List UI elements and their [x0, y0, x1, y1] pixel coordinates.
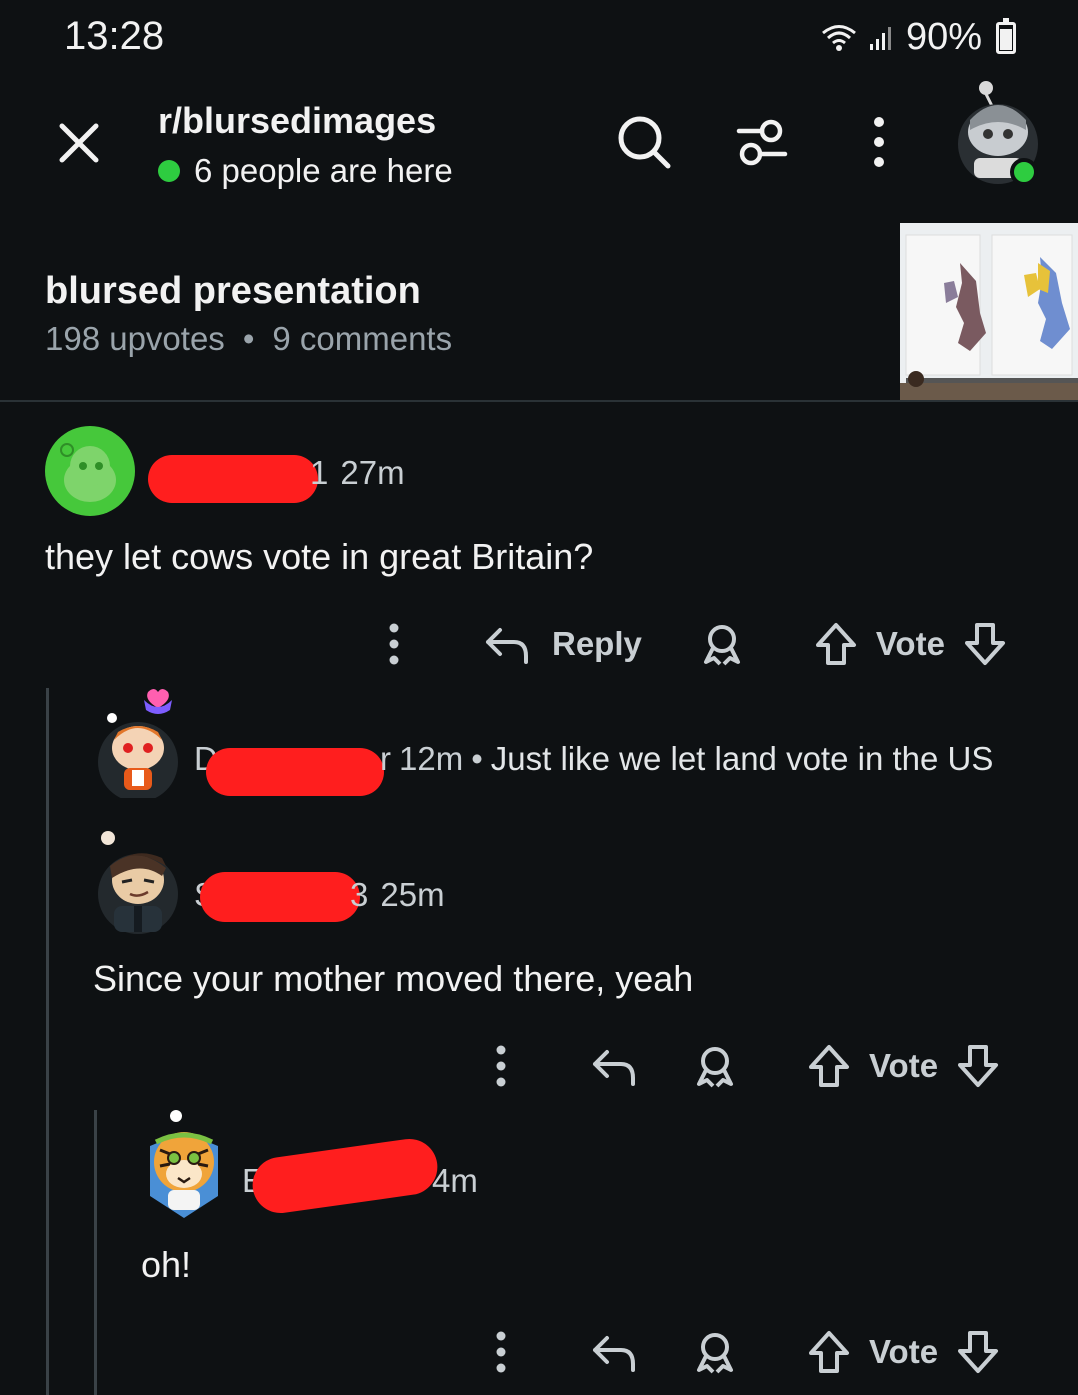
award-button[interactable] [693, 1330, 737, 1374]
vote-label: Vote [875, 625, 945, 662]
comment-body: Since your mother moved there, yeah [93, 958, 694, 999]
search-button[interactable] [614, 112, 674, 172]
comment-time: 4m [432, 1162, 478, 1199]
comment-actions: Vote [483, 1038, 1000, 1094]
comment-avatar[interactable] [96, 826, 182, 936]
award-icon [703, 625, 740, 666]
more-options-button[interactable] [483, 1328, 519, 1376]
comment-actions: Reply Vote [376, 616, 1007, 672]
more-vertical-icon [389, 623, 399, 665]
wifi-icon [820, 23, 858, 53]
downvote-icon [958, 1045, 999, 1087]
comment-time: 25m [380, 876, 445, 913]
redacted-username [249, 1135, 441, 1217]
status-time: 13:28 [64, 14, 165, 58]
downvote-button[interactable] [956, 1329, 1000, 1375]
upvote-count: 198 upvotes [45, 320, 225, 357]
more-options-button[interactable] [849, 112, 909, 172]
comment-body: oh! [141, 1244, 192, 1285]
more-options-button[interactable] [376, 620, 412, 668]
post-divider [0, 400, 1078, 402]
close-icon [59, 123, 99, 163]
post-title[interactable]: blursed presentation [45, 270, 421, 313]
upvote-icon [809, 1045, 849, 1087]
subreddit-name[interactable]: r/blursedimages [158, 100, 436, 142]
reply-button[interactable]: Reply [484, 622, 642, 666]
post-meta: 198 upvotes • 9 comments [45, 320, 452, 358]
comment-avatar[interactable] [142, 1106, 226, 1224]
redacted-username [206, 748, 384, 796]
more-vertical-icon [496, 1331, 506, 1373]
online-indicator: 6 people are here [158, 152, 453, 190]
signal-icon [868, 24, 896, 52]
downvote-icon [964, 623, 1005, 665]
upvote-button[interactable] [807, 1043, 851, 1089]
downvote-button[interactable] [963, 621, 1007, 667]
comment-body: Just like we let land vote in the US [490, 740, 994, 777]
reply-button[interactable] [591, 1330, 637, 1374]
upvote-icon [815, 623, 856, 665]
username-fragment: 3 [350, 876, 369, 913]
close-button[interactable] [54, 118, 104, 168]
reply-button[interactable] [591, 1044, 637, 1088]
comment-meta: r 12m • Just like we let land vote in th… [380, 740, 993, 778]
reply-icon [593, 1336, 635, 1372]
comment-meta: 1 27m [310, 454, 405, 492]
battery-icon [996, 17, 1016, 54]
meta-separator: • [471, 740, 483, 777]
post-thumbnail[interactable] [900, 223, 1078, 400]
award-button[interactable] [693, 1044, 737, 1088]
award-button[interactable] [700, 622, 744, 666]
username-fragment: r [380, 740, 391, 777]
award-icon [697, 1047, 733, 1088]
thread-line[interactable] [46, 688, 49, 1395]
meta-separator: • [242, 320, 255, 357]
online-dot [158, 160, 180, 182]
online-count: 6 people are here [194, 152, 453, 189]
comment-time: 12m [399, 740, 464, 777]
status-icons: 90% [820, 16, 1016, 59]
filter-icon [736, 119, 788, 166]
upvote-button[interactable] [807, 1329, 851, 1375]
upvote-button[interactable] [814, 621, 858, 667]
thread-line[interactable] [94, 1110, 97, 1395]
redacted-username [148, 455, 318, 503]
search-icon [618, 116, 671, 169]
comment-meta: 3 25m [350, 876, 445, 914]
filter-button[interactable] [733, 112, 793, 172]
battery-percent: 90% [905, 16, 982, 58]
comment-actions: Vote [483, 1324, 1000, 1380]
comment-avatar[interactable] [98, 686, 180, 798]
username-fragment: 1 [310, 454, 329, 491]
comment-count: 9 comments [272, 320, 453, 357]
comment-avatar[interactable] [45, 426, 135, 516]
comment-time: 27m [340, 454, 405, 491]
vote-label: Vote [869, 1047, 939, 1084]
downvote-button[interactable] [956, 1043, 1000, 1089]
user-avatar[interactable] [952, 80, 1044, 190]
award-icon [697, 1333, 733, 1374]
redacted-username [200, 872, 360, 922]
more-vertical-icon [496, 1045, 506, 1087]
vote-label: Vote [869, 1333, 939, 1370]
upvote-icon [809, 1331, 849, 1373]
reply-label: Reply [552, 625, 642, 662]
more-vertical-icon [874, 117, 884, 167]
comment-body: they let cows vote in great Britain? [45, 536, 594, 577]
downvote-icon [958, 1331, 999, 1373]
reply-icon [593, 1050, 635, 1086]
reply-icon [486, 628, 528, 664]
more-options-button[interactable] [483, 1042, 519, 1090]
